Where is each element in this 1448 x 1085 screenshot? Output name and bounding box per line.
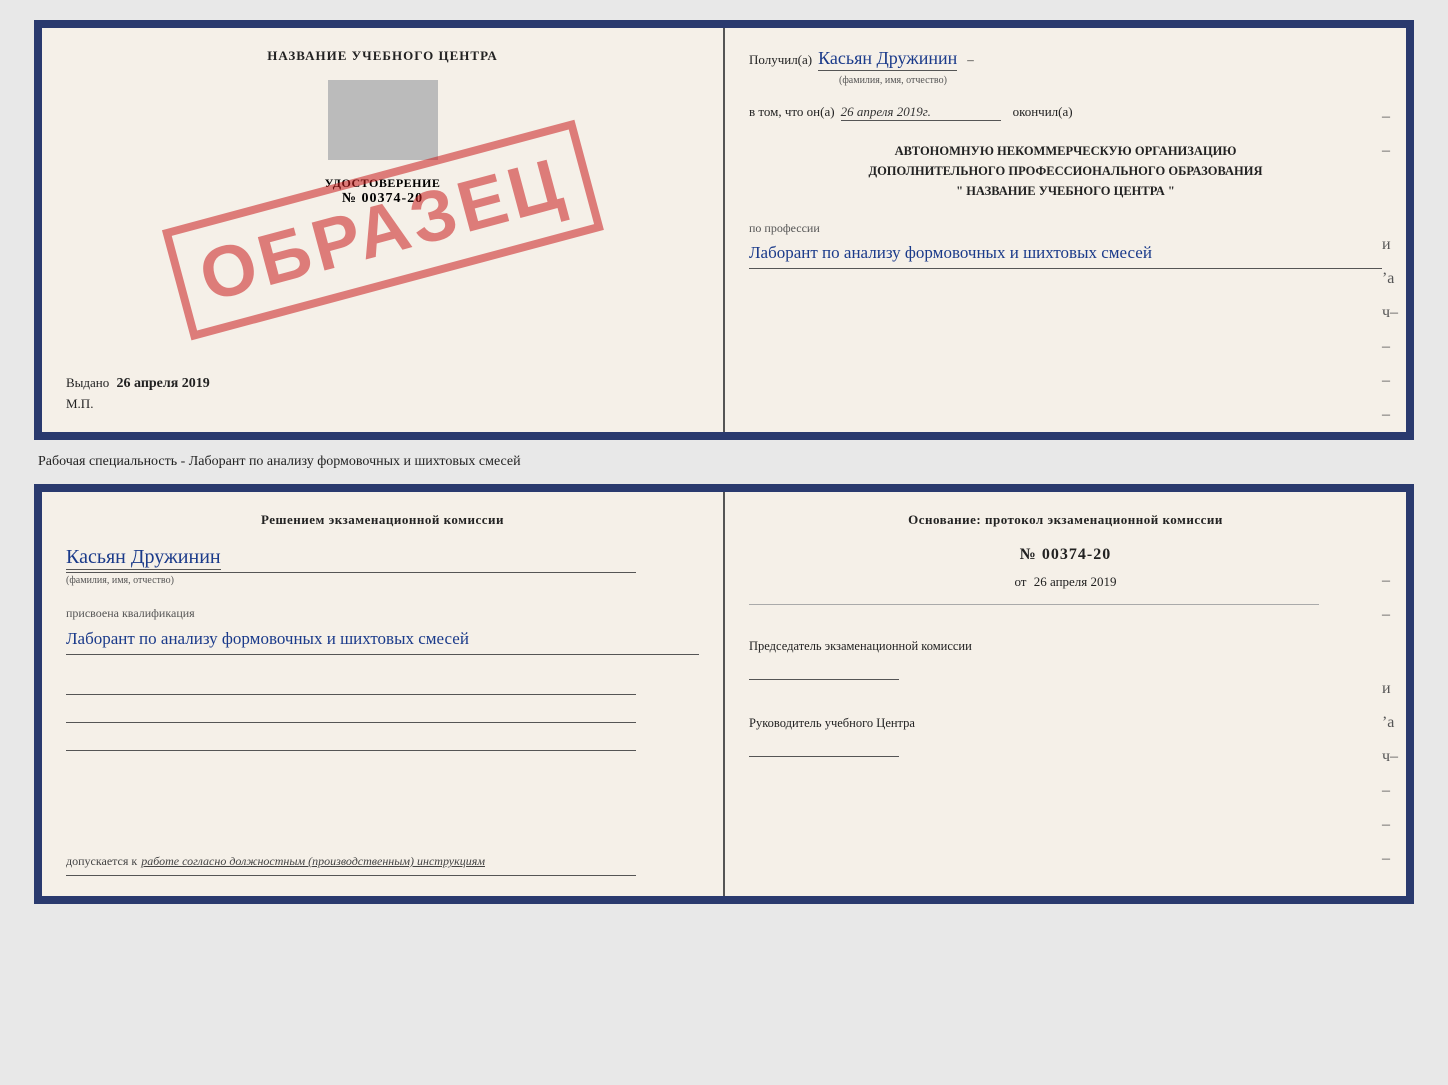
- dash-8: –: [1382, 406, 1398, 424]
- udostoverenie-number: № 00374-20: [342, 191, 423, 207]
- prisvoena-label: присвоена квалификация: [66, 606, 699, 621]
- predsedatel-sig-line: [749, 660, 899, 680]
- right-separator: [749, 604, 1319, 605]
- poluchil-label: Получил(a): [749, 52, 812, 68]
- mp-label: М.П.: [66, 396, 93, 412]
- dash-b8: –: [1382, 850, 1398, 868]
- document-container: НАЗВАНИЕ УЧЕБНОГО ЦЕНТРА ОБРАЗЕЦ УДОСТОВ…: [34, 20, 1414, 904]
- dopusk-underline: [66, 874, 636, 876]
- top-doc-left: НАЗВАНИЕ УЧЕБНОГО ЦЕНТРА ОБРАЗЕЦ УДОСТОВ…: [42, 28, 725, 432]
- udostoverenie-section: УДОСТОВЕРЕНИЕ № 00374-20: [325, 176, 441, 207]
- ot-date-line: от 26 апреля 2019: [749, 574, 1382, 590]
- dash-b5: ч–: [1382, 748, 1398, 766]
- top-doc-right: Получил(a) Касьян Дружинин – (фамилия, и…: [725, 28, 1406, 432]
- okonchil-label: окончил(а): [1013, 104, 1073, 120]
- dash-b6: –: [1382, 782, 1398, 800]
- dash-b2: –: [1382, 606, 1398, 624]
- bottom-doc-left: Решением экзаменационной комиссии Касьян…: [42, 492, 725, 896]
- vtom-date: 26 апреля 2019г.: [841, 104, 1001, 121]
- dash-2: –: [1382, 142, 1398, 160]
- poluchil-name: Касьян Дружинин: [818, 48, 957, 71]
- vtom-label: в том, что он(а): [749, 104, 835, 120]
- signature-lines-left: [66, 673, 699, 751]
- sig-line-1: [66, 673, 636, 695]
- osnovanie-title: Основание: протокол экзаменационной коми…: [749, 512, 1382, 528]
- dash-b4: ʼa: [1382, 714, 1398, 732]
- right-marks: – – и ʼa ч– – – –: [1382, 108, 1398, 424]
- top-left-title: НАЗВАНИЕ УЧЕБНОГО ЦЕНТРА: [267, 48, 498, 64]
- top-document: НАЗВАНИЕ УЧЕБНОГО ЦЕНТРА ОБРАЗЕЦ УДОСТОВ…: [34, 20, 1414, 440]
- protocol-number: № 00374-20: [749, 546, 1382, 564]
- bottom-name: Касьян Дружинин: [66, 546, 221, 570]
- rukovoditel-sig-line: [749, 737, 899, 757]
- right-marks-bottom: – – и ʼa ч– – – –: [1382, 572, 1398, 868]
- dopuskaetsya-section: допускается к работе согласно должностны…: [66, 852, 699, 876]
- ot-label: от: [1014, 574, 1026, 589]
- bottom-document: Решением экзаменационной комиссии Касьян…: [34, 484, 1414, 904]
- org-line3: " НАЗВАНИЕ УЧЕБНОГО ЦЕНТРА ": [749, 181, 1382, 201]
- vydano-section: Выдано 26 апреля 2019: [66, 375, 210, 392]
- dopuskaetsya-label: допускается к: [66, 854, 137, 868]
- vtom-line: в том, что он(а) 26 апреля 2019г. окончи…: [749, 104, 1382, 121]
- dash-4: ʼa: [1382, 270, 1398, 288]
- vydano-date: 26 апреля 2019: [117, 376, 210, 391]
- dash-b3: и: [1382, 680, 1398, 698]
- komissia-title: Решением экзаменационной комиссии: [66, 512, 699, 528]
- udostoverenie-label: УДОСТОВЕРЕНИЕ: [325, 176, 441, 191]
- dash-7: –: [1382, 372, 1398, 390]
- prisvoena-section: присвоена квалификация Лаборант по анали…: [66, 606, 699, 655]
- poluchil-dash: –: [967, 52, 974, 68]
- org-line2: ДОПОЛНИТЕЛЬНОГО ПРОФЕССИОНАЛЬНОГО ОБРАЗО…: [749, 161, 1382, 181]
- rukovoditel-label: Руководитель учебного Центра: [749, 714, 1382, 733]
- bottom-name-section: Касьян Дружинин (фамилия, имя, отчество): [66, 546, 699, 586]
- dopuskaetsya-text: работе согласно должностным (производств…: [141, 854, 485, 868]
- fio-hint-top: (фамилия, имя, отчество): [839, 75, 1382, 86]
- professiya-text: Лаборант по анализу формовочных и шихтов…: [749, 240, 1382, 269]
- dash-b7: –: [1382, 816, 1398, 834]
- predsedatel-label: Председатель экзаменационной комиссии: [749, 637, 1382, 656]
- org-block: АВТОНОМНУЮ НЕКОММЕРЧЕСКУЮ ОРГАНИЗАЦИЮ ДО…: [749, 141, 1382, 201]
- rukovoditel-section: Руководитель учебного Центра: [749, 706, 1382, 757]
- po-professii-label: по профессии: [749, 221, 1382, 236]
- professiya-section: по профессии Лаборант по анализу формово…: [749, 221, 1382, 269]
- dash-3: и: [1382, 236, 1398, 254]
- dash-6: –: [1382, 338, 1398, 356]
- poluchil-line: Получил(a) Касьян Дружинин –: [749, 48, 1382, 71]
- photo-placeholder: [328, 80, 438, 160]
- org-line1: АВТОНОМНУЮ НЕКОММЕРЧЕСКУЮ ОРГАНИЗАЦИЮ: [749, 141, 1382, 161]
- fio-hint-bottom: (фамилия, имя, отчество): [66, 575, 699, 586]
- sig-line-2: [66, 701, 636, 723]
- kvalifikatsiya-text: Лаборант по анализу формовочных и шихтов…: [66, 625, 699, 655]
- dash-b1: –: [1382, 572, 1398, 590]
- dash-1: –: [1382, 108, 1398, 126]
- vydano-label: Выдано: [66, 375, 109, 390]
- ot-date: 26 апреля 2019: [1034, 574, 1117, 589]
- bottom-doc-right: Основание: протокол экзаменационной коми…: [725, 492, 1406, 896]
- name-underline: [66, 571, 636, 573]
- predsedatel-section: Председатель экзаменационной комиссии: [749, 629, 1382, 680]
- sig-line-3: [66, 729, 636, 751]
- dash-5: ч–: [1382, 304, 1398, 322]
- separator-text: Рабочая специальность - Лаборант по анал…: [34, 454, 521, 470]
